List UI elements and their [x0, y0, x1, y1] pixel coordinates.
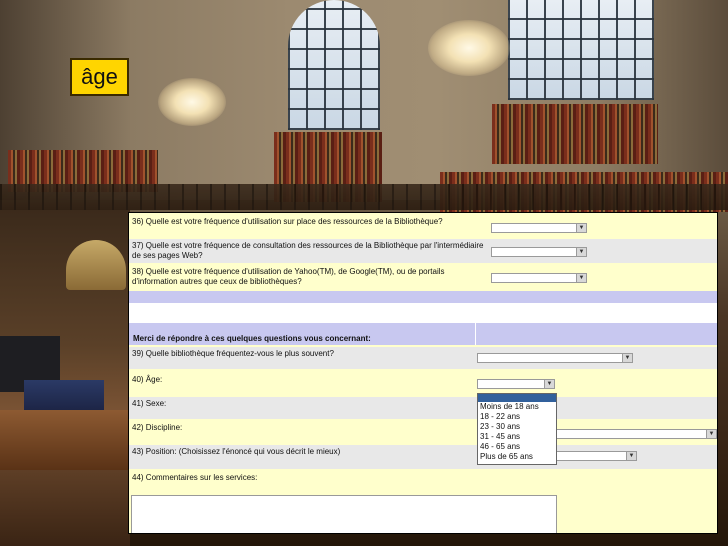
comments-textarea[interactable]	[131, 495, 557, 533]
book-stack	[24, 380, 104, 410]
library-select[interactable]: ▼	[477, 353, 633, 363]
chevron-down-icon: ▼	[576, 224, 586, 232]
chandelier-left	[158, 78, 226, 126]
age-option[interactable]: 23 - 30 ans	[478, 422, 556, 432]
column-divider	[475, 323, 476, 345]
position-select[interactable]: ▼	[555, 451, 637, 461]
question-row-41: 41) Sexe:	[129, 397, 717, 419]
question-row-43: 43) Position: (Choisissez l'énoncé qui v…	[129, 445, 717, 469]
separator-space	[129, 303, 717, 323]
dropdown-highlight	[478, 394, 556, 402]
age-select[interactable]: ▼	[477, 379, 555, 389]
question-label: 43) Position: (Choisissez l'énoncé qui v…	[132, 447, 341, 456]
survey-form: 36) Quelle est votre fréquence d'utilisa…	[128, 212, 718, 534]
question-row-36: 36) Quelle est votre fréquence d'utilisa…	[129, 213, 717, 237]
age-option[interactable]: 18 - 22 ans	[478, 412, 556, 422]
chevron-down-icon: ▼	[622, 354, 632, 362]
question-label: 38) Quelle est votre fréquence d'utilisa…	[132, 267, 445, 286]
balcony-railing	[0, 184, 728, 210]
bookshelf	[492, 104, 658, 164]
question-row-42: 42) Discipline: ▼	[129, 421, 717, 443]
chevron-down-icon: ▼	[576, 274, 586, 282]
question-label: 37) Quelle est votre fréquence de consul…	[132, 241, 484, 260]
question-row-40: 40) Âge: ▼	[129, 371, 717, 395]
chevron-down-icon: ▼	[544, 380, 554, 388]
question-label: 42) Discipline:	[132, 423, 183, 432]
question-label: 44) Commentaires sur les services:	[132, 473, 258, 482]
question-label: 39) Quelle bibliothèque fréquentez-vous …	[132, 349, 334, 358]
chevron-down-icon: ▼	[706, 430, 716, 438]
window	[508, 0, 654, 100]
reading-desk	[0, 410, 130, 470]
discipline-select[interactable]: ▼	[555, 429, 717, 439]
frequency-select[interactable]: ▼	[491, 273, 587, 283]
question-label: 41) Sexe:	[132, 399, 167, 408]
chevron-down-icon: ▼	[576, 248, 586, 256]
frequency-select[interactable]: ▼	[491, 223, 587, 233]
question-row-39: 39) Quelle bibliothèque fréquentez-vous …	[129, 347, 717, 369]
age-option[interactable]: Moins de 18 ans	[478, 402, 556, 412]
age-option[interactable]: 31 - 45 ans	[478, 432, 556, 442]
question-row-38: 38) Quelle est votre fréquence d'utilisa…	[129, 265, 717, 289]
section-header: Merci de répondre à ces quelques questio…	[133, 334, 371, 343]
question-label: 40) Âge:	[132, 375, 163, 384]
separator-bar	[129, 291, 717, 303]
question-row-37: 37) Quelle est votre fréquence de consul…	[129, 239, 717, 263]
chandelier-right	[428, 20, 510, 76]
age-dropdown-list: Moins de 18 ans 18 - 22 ans 23 - 30 ans …	[477, 393, 557, 465]
age-option[interactable]: 46 - 65 ans	[478, 442, 556, 452]
chevron-down-icon: ▼	[626, 452, 636, 460]
slide-title: âge	[81, 64, 118, 89]
section-header-row: Merci de répondre à ces quelques questio…	[129, 323, 717, 345]
slide-title-box: âge	[70, 58, 129, 96]
question-label: 36) Quelle est votre fréquence d'utilisa…	[132, 217, 443, 226]
age-option[interactable]: Plus de 65 ans	[478, 452, 556, 462]
arched-window	[288, 0, 380, 130]
frequency-select[interactable]: ▼	[491, 247, 587, 257]
